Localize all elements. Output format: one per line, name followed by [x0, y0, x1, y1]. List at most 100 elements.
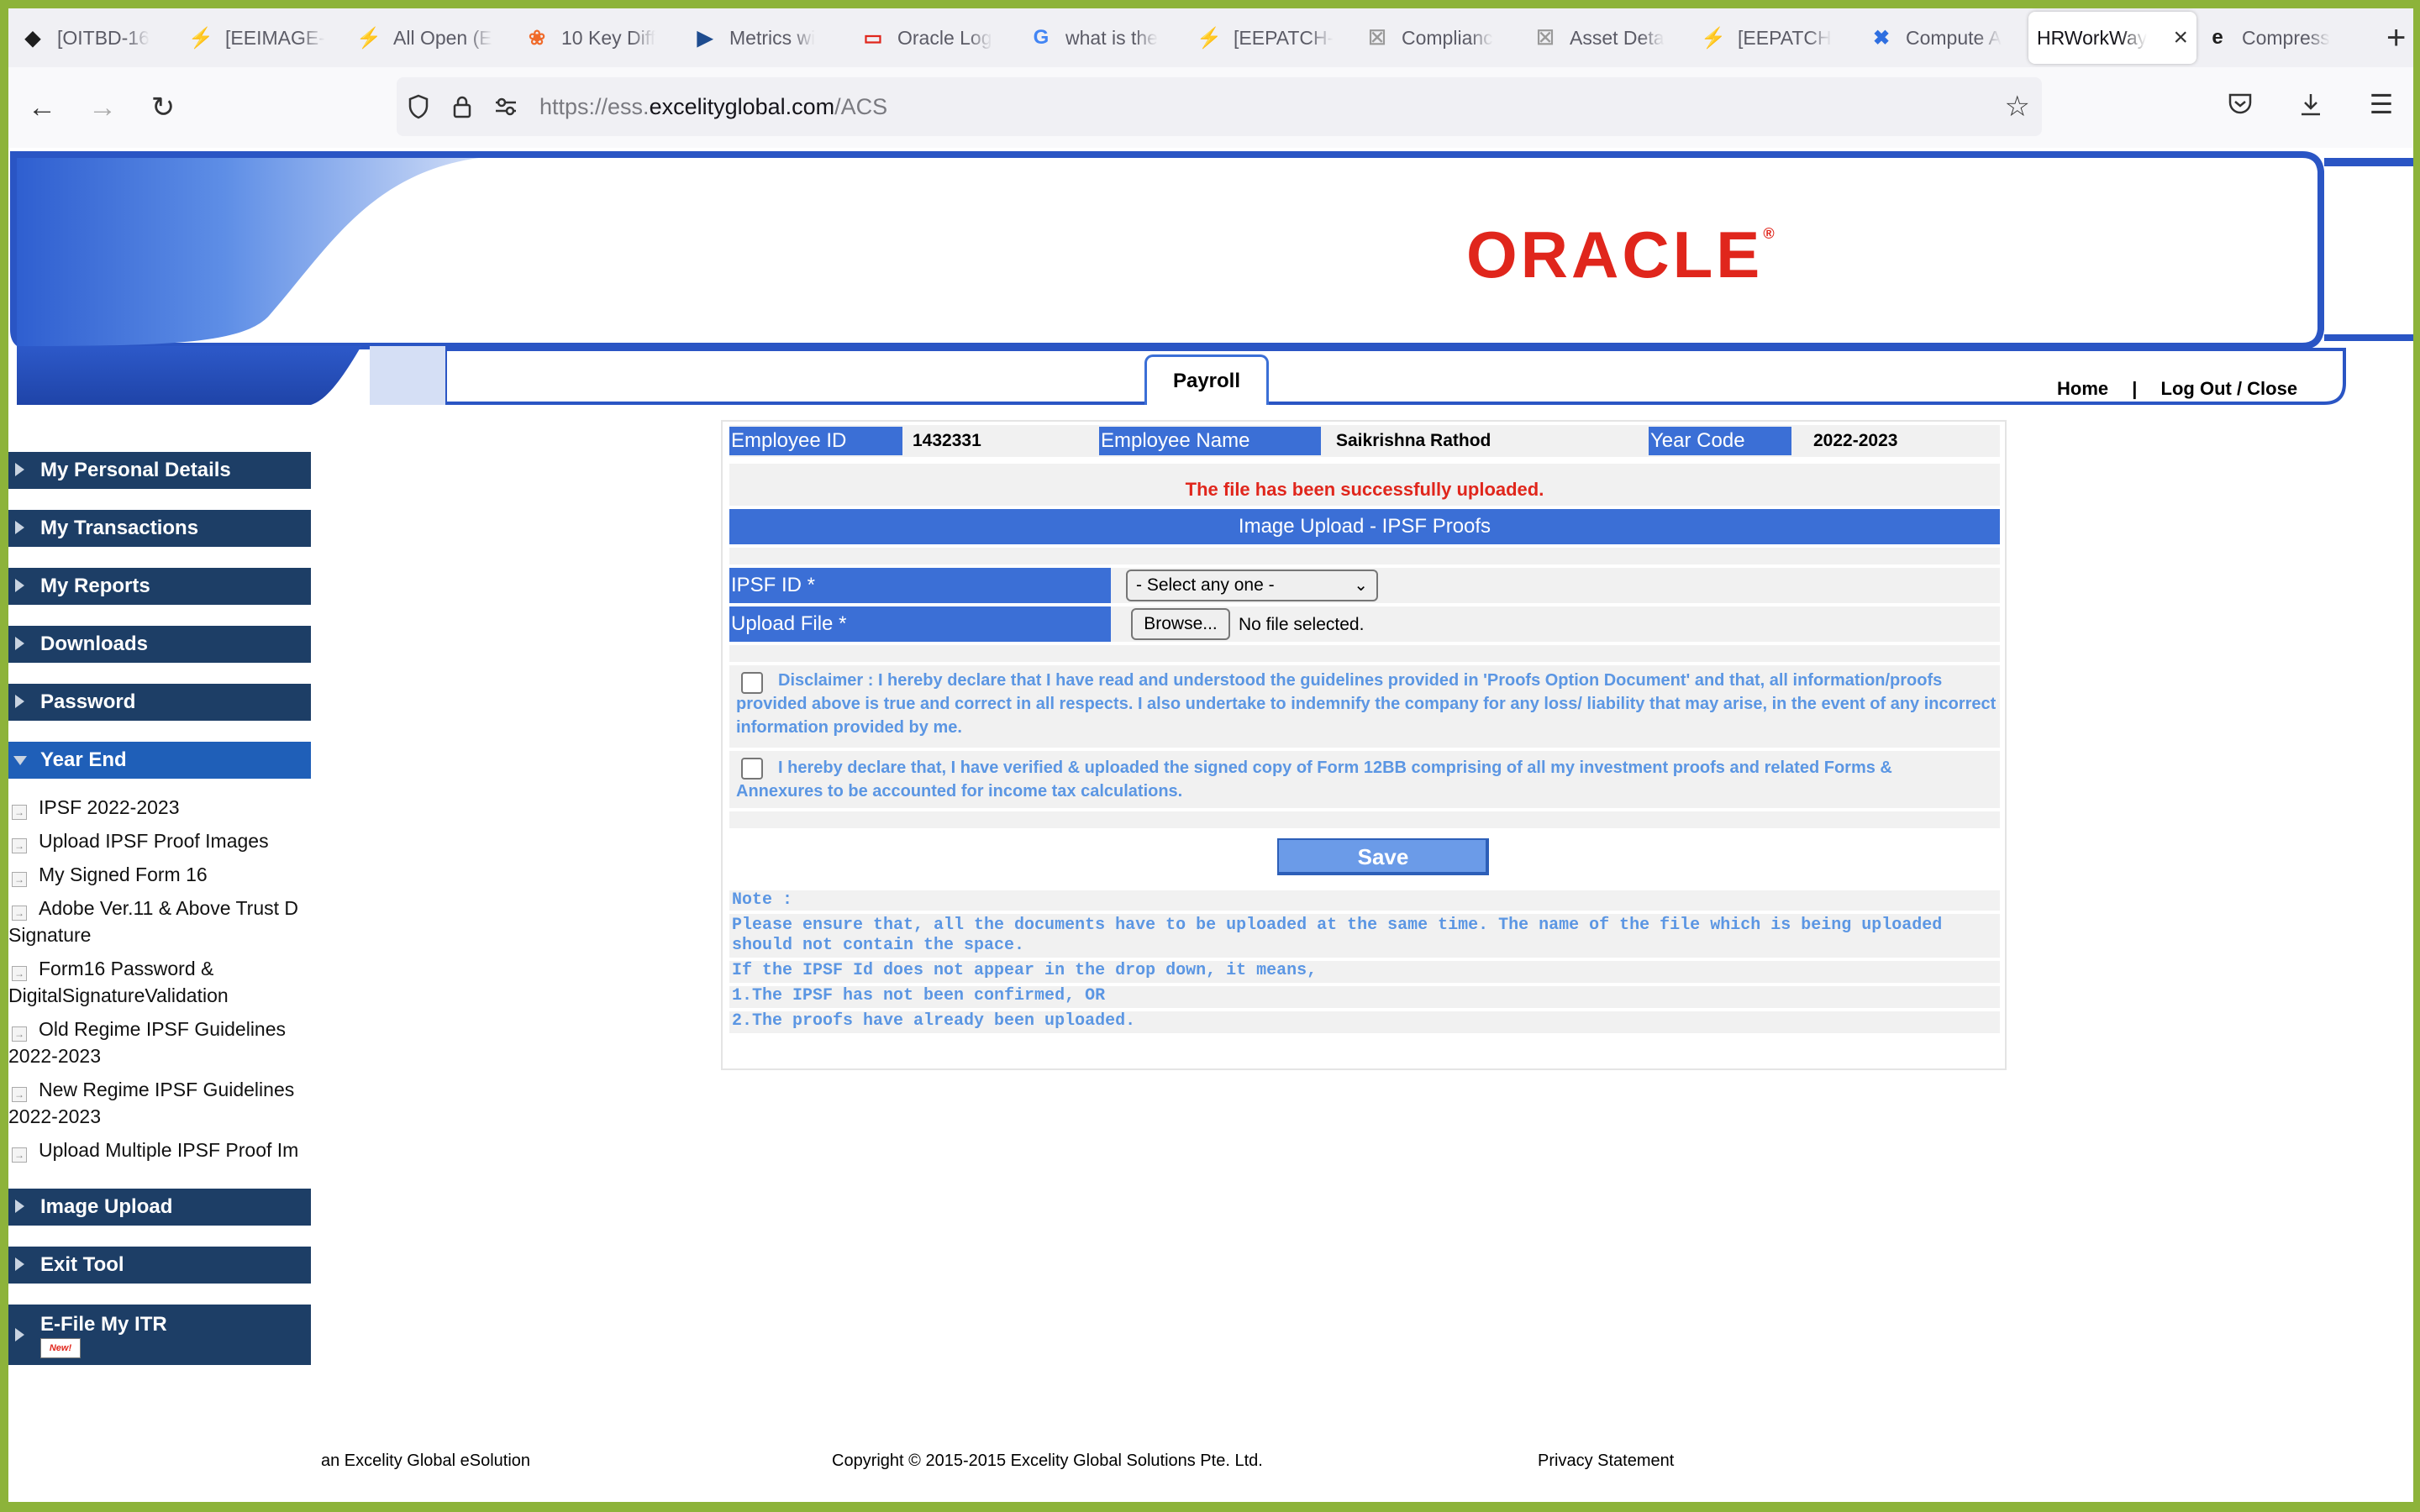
sidebar-item-efile-my-itr[interactable]: E-File My ITR New!: [8, 1305, 311, 1365]
spacer-row: [729, 811, 2000, 828]
expand-arrow-icon: [15, 695, 24, 708]
confluence-icon: ✖: [1872, 26, 1891, 50]
new-tab-icon[interactable]: +: [2386, 19, 2406, 57]
sidebar-item-label: E-File My ITR: [40, 1313, 167, 1336]
employee-info-row: Employee ID 1432331 Employee Name Saikri…: [729, 425, 2000, 457]
submenu-item-my-signed-form-16[interactable]: → My Signed Form 16: [8, 861, 311, 888]
browser-tab[interactable]: ☒ Asset Deta: [1524, 12, 1692, 64]
disclaimer-row: Disclaimer : I hereby declare that I hav…: [729, 665, 2000, 748]
sidebar-item-year-end[interactable]: Year End: [8, 742, 311, 779]
sidebar-item-my-reports[interactable]: My Reports: [8, 568, 311, 605]
oracle-logo: ORACLE®: [1466, 218, 1778, 291]
success-message: The file has been successfully uploaded.: [1185, 479, 1544, 500]
browser-tab[interactable]: HRWorkWay ×: [2028, 12, 2196, 64]
browser-tab[interactable]: ⚡ All Open (E: [348, 12, 516, 64]
expand-arrow-icon: [15, 1328, 24, 1341]
submenu-item-adobe-trust[interactable]: → Adobe Ver.11 & Above Trust D Signature: [8, 895, 311, 948]
browser-tab[interactable]: ❀ 10 Key Diff: [516, 12, 684, 64]
privacy-statement-link[interactable]: Privacy Statement: [1538, 1452, 1674, 1471]
browser-tab-label: Compress: [2242, 26, 2330, 49]
sidebar-item-label: My Personal Details: [40, 459, 231, 481]
reload-icon[interactable]: ↻: [136, 81, 190, 134]
submenu-item-new-regime-guidelines[interactable]: → New Regime IPSF Guidelines 2022-2023: [8, 1076, 311, 1130]
sidebar-item-exit-tool[interactable]: Exit Tool: [8, 1247, 311, 1284]
browser-tab-label: [OITBD-16: [57, 26, 150, 49]
close-tab-icon[interactable]: ×: [2173, 24, 2188, 52]
submenu-item-form16-password[interactable]: → Form16 Password & DigitalSignatureValid…: [8, 955, 311, 1009]
employee-name-label: Employee Name: [1099, 427, 1321, 455]
forward-icon[interactable]: →: [76, 81, 129, 134]
tab-payroll[interactable]: Payroll: [1144, 354, 1269, 405]
sidebar-item-password[interactable]: Password: [8, 684, 311, 721]
upload-file-label: Upload File *: [729, 606, 1111, 642]
browser-tab-label: All Open (E: [393, 26, 492, 49]
ipsf-id-label: IPSF ID *: [729, 568, 1111, 603]
browser-tab[interactable]: ◆ [OITBD-16: [12, 12, 180, 64]
permissions-icon[interactable]: [484, 97, 528, 117]
expand-arrow-icon: [15, 1200, 24, 1213]
home-link[interactable]: Home: [2057, 378, 2108, 399]
browser-tab[interactable]: ▭ Oracle Log: [852, 12, 1020, 64]
browser-tab-label: Metrics wi: [729, 26, 816, 49]
browser-tab[interactable]: ✖ Compute A: [1860, 12, 2028, 64]
browser-tab[interactable]: ⚡ [EEPATCH-: [1188, 12, 1356, 64]
employee-id-value: 1432331: [913, 431, 981, 450]
jira-bolt-icon: ⚡: [188, 26, 213, 50]
browser-tab[interactable]: ☒ Complianc: [1356, 12, 1524, 64]
browser-tab[interactable]: ⚡ [EEIMAGE-: [180, 12, 348, 64]
sidebar-item-my-transactions[interactable]: My Transactions: [8, 510, 311, 547]
sidebar-item-image-upload[interactable]: Image Upload: [8, 1189, 311, 1226]
chevron-down-icon: ⌄: [1354, 576, 1368, 595]
expand-arrow-icon: [15, 1257, 24, 1271]
shield-icon[interactable]: [397, 94, 440, 119]
google-icon: G: [1033, 26, 1050, 49]
menu-hamburger-icon[interactable]: ☰: [2358, 81, 2405, 128]
browser-tab-label: [EEPATCH-: [1234, 26, 1334, 49]
sidebar-item-label: Downloads: [40, 633, 149, 655]
browser-tab[interactable]: ▶ Metrics wi: [684, 12, 852, 64]
bookmark-star-icon[interactable]: ☆: [2005, 90, 2030, 123]
link-arrow-icon: →: [12, 872, 27, 887]
sidebar-item-downloads[interactable]: Downloads: [8, 626, 311, 663]
submenu-item-upload-ipsf-proof-images[interactable]: → Upload IPSF Proof Images: [8, 827, 311, 854]
employee-name-value: Saikrishna Rathod: [1336, 431, 1491, 450]
browser-tab-label: 10 Key Diff: [561, 26, 656, 49]
url-bar[interactable]: https://ess.excelityglobal.com/ACS ☆: [397, 77, 2042, 136]
link-arrow-icon: →: [12, 805, 27, 820]
jira-bolt-icon: ⚡: [1701, 26, 1726, 50]
logout-link[interactable]: Log Out / Close: [2161, 378, 2298, 399]
year-code-label: Year Code: [1649, 427, 1791, 455]
browser-tab-label: HRWorkWay: [2037, 26, 2148, 49]
sidebar-item-label: My Transactions: [40, 517, 199, 539]
browser-tab[interactable]: Gwhat is the: [1020, 12, 1188, 64]
ipsf-upload-panel: Employee ID 1432331 Employee Name Saikri…: [721, 420, 2007, 1070]
link-arrow-icon: →: [12, 1026, 27, 1042]
back-icon[interactable]: ←: [15, 81, 69, 134]
download-icon[interactable]: [2287, 81, 2334, 128]
upload-file-row: Upload File * Browse... No file selected…: [729, 606, 2000, 642]
expand-arrow-icon: [15, 463, 24, 476]
expand-arrow-icon: [15, 637, 24, 650]
top-links: Home | Log Out / Close: [2052, 378, 2302, 400]
web-page: ORACLE® Payroll Home | Log Out / Close M…: [8, 148, 2413, 1502]
browser-tab[interactable]: ⚡ [EEPATCH: [1692, 12, 1860, 64]
footer-tagline: an Excelity Global eSolution: [321, 1452, 531, 1470]
link-arrow-icon: →: [12, 1087, 27, 1102]
blog-icon: ❀: [528, 26, 546, 50]
ev-icon: e: [2212, 26, 2223, 49]
pocket-icon[interactable]: [2217, 81, 2264, 128]
browser-tab-label: Complianc: [1402, 26, 1493, 49]
browser-tab[interactable]: e Compress: [2196, 12, 2365, 64]
submenu-item-old-regime-guidelines[interactable]: → Old Regime IPSF Guidelines 2022-2023: [8, 1016, 311, 1069]
submenu-item-ipsf-2022-2023[interactable]: → IPSF 2022-2023: [8, 794, 311, 821]
save-button[interactable]: Save: [1277, 838, 1489, 875]
jira-bolt-icon: ⚡: [1197, 26, 1222, 50]
browser-tab-bar: ◆ [OITBD-16 ⚡ [EEIMAGE- ⚡ All Open (E ❀ 10 Key …: [8, 8, 2413, 67]
jira-diamond-icon: ◆: [24, 26, 41, 50]
sidebar-item-my-personal-details[interactable]: My Personal Details: [8, 452, 311, 489]
url-text[interactable]: https://ess.excelityglobal.com/ACS: [539, 94, 887, 120]
lock-icon[interactable]: [440, 94, 484, 119]
submenu-item-upload-multiple-proofs[interactable]: → Upload Multiple IPSF Proof Im: [8, 1137, 311, 1163]
browse-button[interactable]: Browse...: [1131, 608, 1230, 640]
ipsf-id-select[interactable]: - Select any one - ⌄: [1126, 570, 1378, 601]
